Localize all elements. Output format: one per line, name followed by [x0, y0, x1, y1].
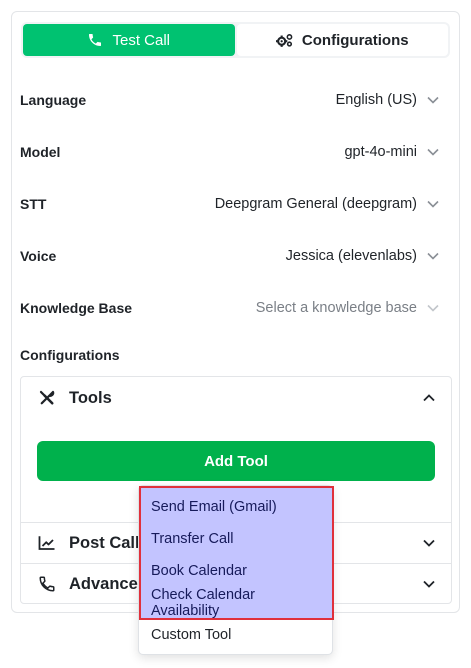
option-custom-tool[interactable]: Custom Tool [151, 619, 326, 651]
option-send-email[interactable]: Send Email (Gmail) [151, 491, 326, 523]
chevron-down-icon [423, 580, 435, 588]
chevron-down-icon [423, 539, 435, 547]
tab-test-call[interactable]: Test Call [23, 24, 235, 56]
accordion-title: Tools [69, 388, 112, 407]
knowledge-base-placeholder: Select a knowledge base [255, 300, 417, 316]
model-select[interactable]: gpt-4o-mini [344, 144, 439, 160]
mode-tabs: Test Call Configurations [21, 22, 450, 58]
tools-icon [37, 388, 57, 408]
chevron-down-icon [427, 148, 439, 156]
voice-value: Jessica (elevenlabs) [285, 248, 417, 264]
tab-label: Configurations [301, 31, 409, 49]
chart-line-icon [37, 533, 57, 553]
language-value: English (US) [335, 92, 417, 108]
chevron-down-icon [427, 304, 439, 312]
tab-label: Test Call [112, 31, 171, 49]
stt-label: STT [20, 196, 47, 212]
model-label: Model [20, 144, 61, 160]
option-book-calendar[interactable]: Book Calendar [151, 555, 326, 587]
chevron-down-icon [427, 252, 439, 260]
stt-select[interactable]: Deepgram General (deepgram) [215, 196, 439, 212]
language-label: Language [20, 92, 87, 108]
gears-icon [275, 33, 293, 48]
accordion-tools-header[interactable]: Tools [21, 377, 451, 419]
tab-configurations[interactable]: Configurations [236, 24, 448, 56]
tool-dropdown-menu: Send Email (Gmail) Transfer Call Book Ca… [138, 485, 334, 655]
knowledge-base-row: Knowledge Base Select a knowledge base [20, 293, 439, 323]
knowledge-base-label: Knowledge Base [20, 300, 133, 316]
stt-row: STT Deepgram General (deepgram) [20, 189, 439, 219]
model-value: gpt-4o-mini [344, 144, 417, 160]
model-row: Model gpt-4o-mini [20, 137, 439, 167]
chevron-down-icon [427, 200, 439, 208]
add-tool-button[interactable]: Add Tool [37, 441, 435, 481]
chevron-down-icon [427, 96, 439, 104]
voice-row: Voice Jessica (elevenlabs) [20, 241, 439, 271]
language-row: Language English (US) [20, 85, 439, 115]
knowledge-base-select[interactable]: Select a knowledge base [256, 300, 439, 316]
stt-value: Deepgram General (deepgram) [214, 196, 417, 212]
configurations-heading: Configurations [20, 347, 120, 363]
chevron-up-icon [423, 394, 435, 402]
voice-label: Voice [20, 248, 57, 264]
phone-icon [87, 32, 103, 48]
language-select[interactable]: English (US) [336, 92, 439, 108]
phone-icon [37, 574, 57, 594]
option-check-calendar-availability[interactable]: Check Calendar Availability [151, 587, 326, 619]
voice-select[interactable]: Jessica (elevenlabs) [286, 248, 439, 264]
option-transfer-call[interactable]: Transfer Call [151, 523, 326, 555]
